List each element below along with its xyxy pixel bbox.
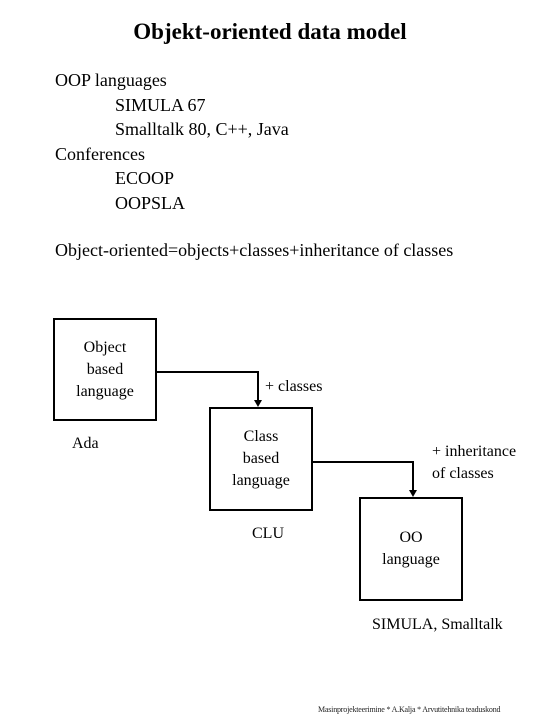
- list-item-simula: SIMULA 67: [115, 95, 206, 115]
- box-class-based-language: Class based language: [209, 407, 313, 511]
- box-label-line: based: [242, 450, 280, 467]
- edge-object-to-class: [156, 371, 259, 401]
- edge-label-inheritance-line1: + inheritance: [432, 443, 517, 460]
- box-label-line: language: [232, 472, 290, 489]
- list-item-smalltalk: Smalltalk 80, C++, Java: [115, 119, 289, 139]
- list-item-ecoop: ECOOP: [115, 168, 175, 188]
- arrowhead-1: [254, 400, 262, 407]
- box-label-line: language: [76, 382, 134, 400]
- edge-label-inheritance-line2: of classes: [432, 465, 494, 482]
- edge-class-to-oo: [312, 461, 414, 491]
- box-label-line: Object: [83, 338, 127, 356]
- list-heading-oop-languages: OOP languages: [55, 70, 167, 90]
- box-label-line: language: [382, 551, 440, 568]
- page-title: Objekt-oriented data model: [133, 19, 407, 44]
- list-item-oopsla: OOPSLA: [115, 193, 186, 213]
- box-label-line: OO: [399, 529, 423, 546]
- arrowhead-2: [409, 490, 417, 497]
- box-object-based-language: Object based language: [53, 318, 157, 421]
- box-label-line: based: [86, 360, 124, 378]
- list-heading-conferences: Conferences: [55, 144, 145, 164]
- definition-text: Object-oriented=objects+classes+inherita…: [55, 240, 454, 260]
- box-label-line: Class: [243, 428, 279, 445]
- example-ada: Ada: [72, 435, 99, 452]
- example-clu: CLU: [252, 525, 284, 542]
- box-oo-language: OO language: [359, 497, 463, 601]
- edge-label-classes: + classes: [265, 378, 323, 395]
- example-simula-smalltalk: SIMULA, Smalltalk: [372, 616, 503, 633]
- footer-text: Masinprojekteerimine * A.Kalja * Arvutit…: [318, 705, 501, 714]
